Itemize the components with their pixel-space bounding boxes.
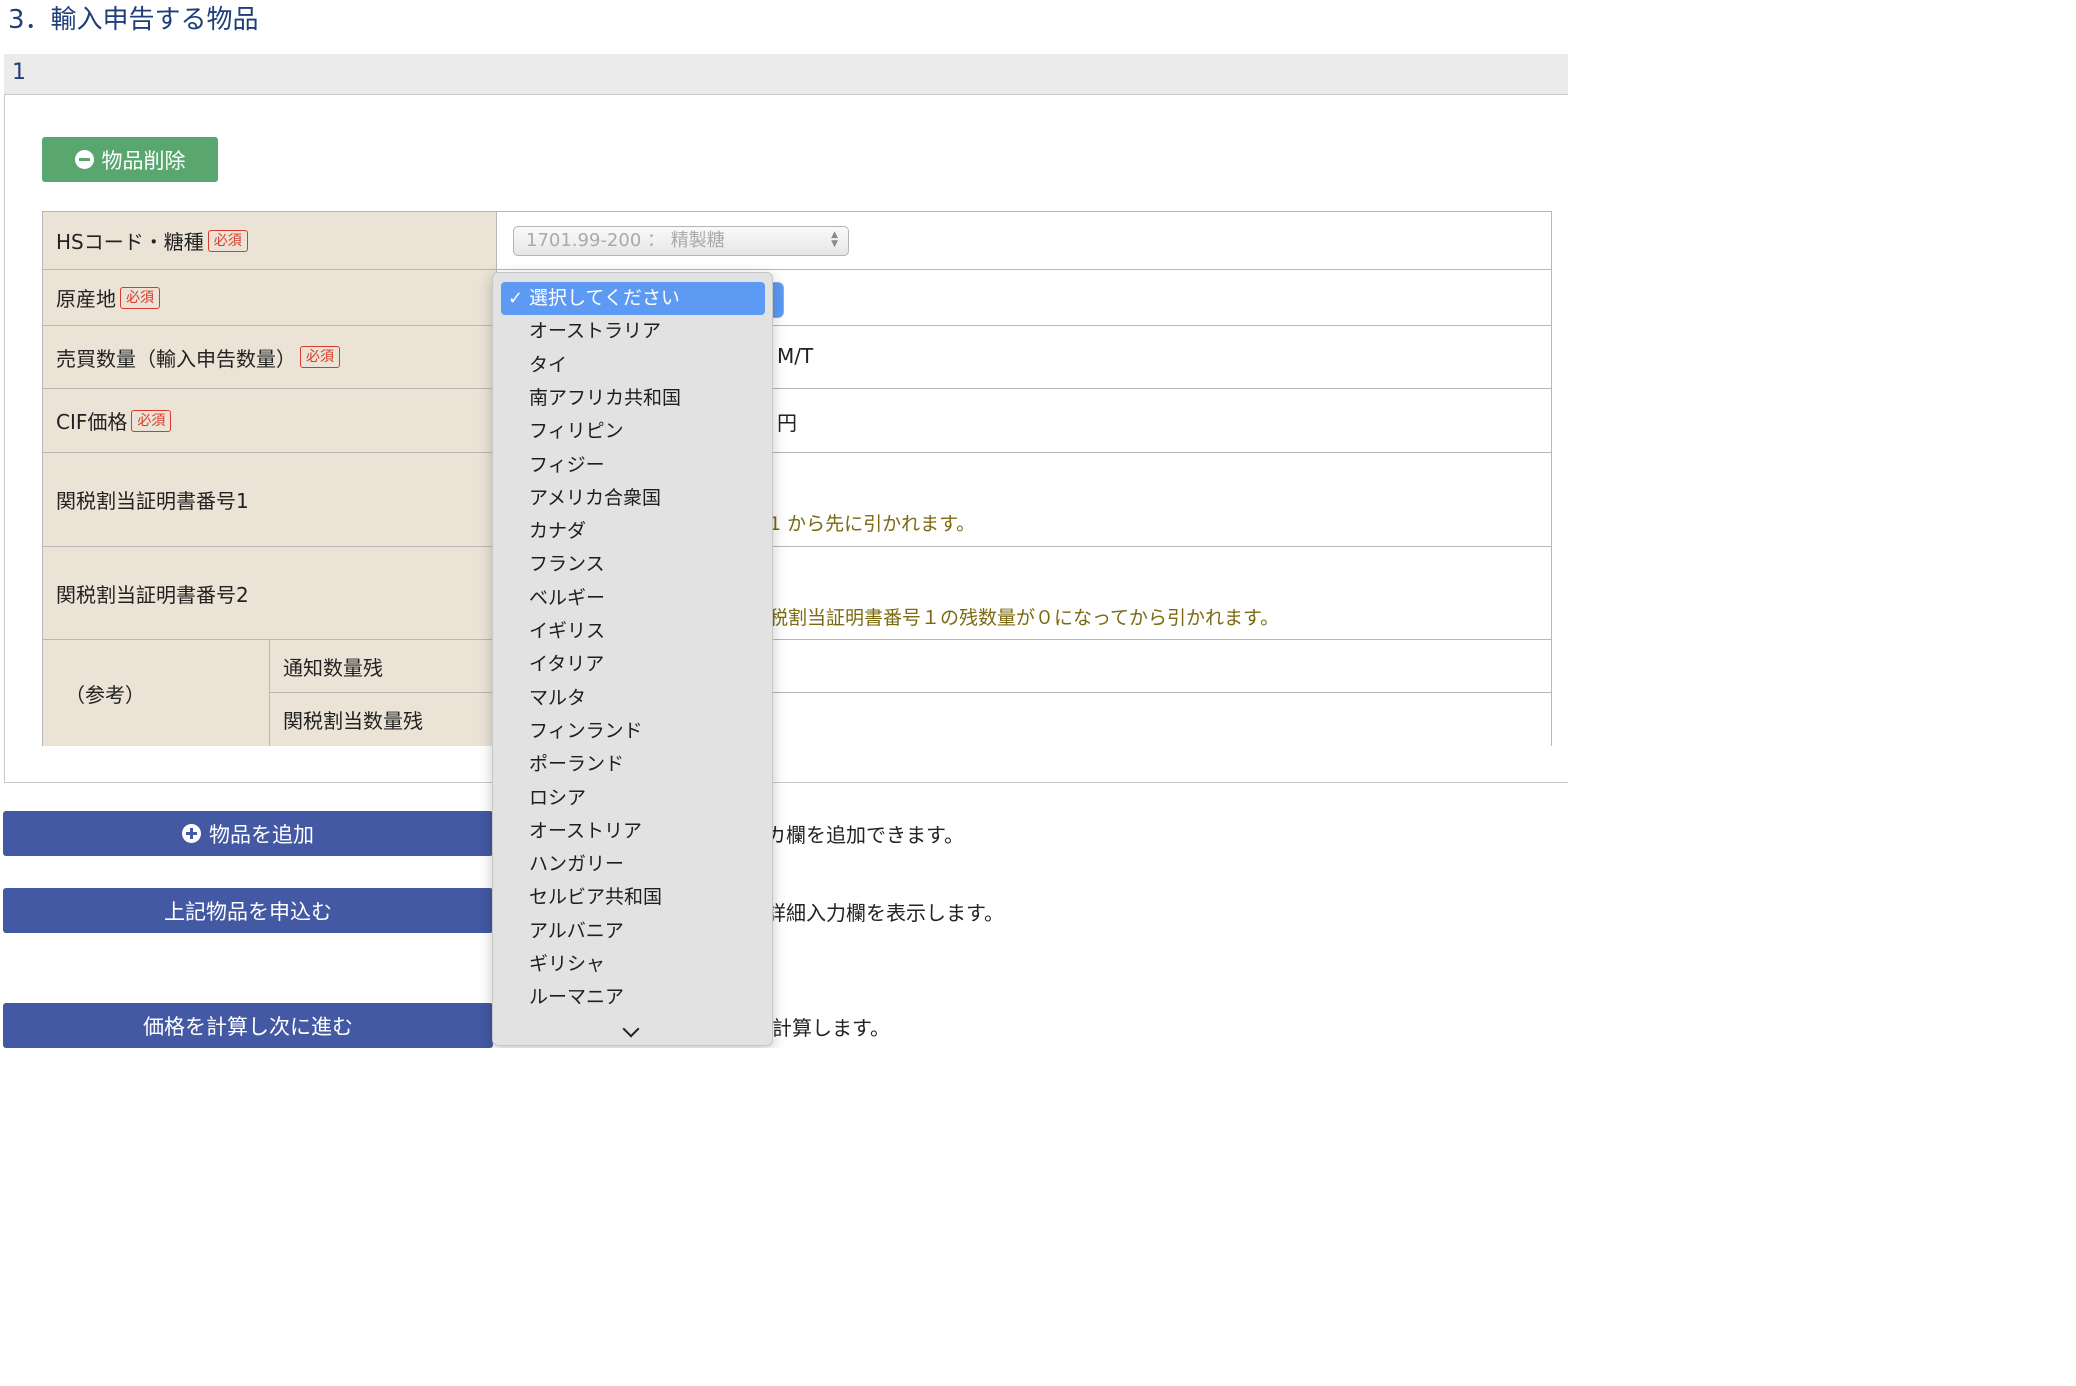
section-title: 3．輸入申告する物品 <box>8 5 259 35</box>
origin-option-label: タイ <box>529 353 568 376</box>
cif-label: CIF価格 <box>56 410 128 434</box>
apply-items-button[interactable]: 上記物品を申込む <box>3 888 493 933</box>
origin-option[interactable]: フランス <box>493 548 772 581</box>
origin-option-label: オーストラリア <box>529 320 662 343</box>
origin-option[interactable]: アルバニア <box>493 915 772 948</box>
origin-option[interactable]: フィジー <box>493 449 772 482</box>
quantity-label: 売買数量（輸入申告数量） <box>56 346 296 371</box>
origin-option-label: セルビア共和国 <box>529 886 663 909</box>
quantity-unit: M/T <box>777 344 814 368</box>
add-item-button[interactable]: 物品を追加 <box>3 811 493 856</box>
item-header-bar: 1 <box>4 54 1568 95</box>
origin-option[interactable]: ロシア <box>493 782 772 815</box>
origin-option[interactable]: ルーマニア <box>493 981 772 1014</box>
scroll-down-chevron-icon[interactable] <box>622 1020 640 1038</box>
origin-option[interactable]: イギリス <box>493 615 772 648</box>
cert1-note: 1 から先に引かれます。 <box>769 513 976 535</box>
origin-option[interactable]: ポーランド <box>493 748 772 781</box>
calc-next-description: 計算します。 <box>772 1016 890 1040</box>
plus-circle-icon <box>182 824 201 843</box>
origin-option-label: ベルギー <box>529 586 606 609</box>
origin-option[interactable]: ベルギー <box>493 582 772 615</box>
hs-code-label: HSコード・糖種 <box>56 230 204 254</box>
origin-option[interactable]: セルビア共和国 <box>493 881 772 914</box>
origin-option[interactable]: ギリシャ <box>493 948 772 981</box>
hs-code-value-cell: 1701.99-200 ： 精製糖 ▲ ▼ <box>497 212 1551 270</box>
required-badge: 必須 <box>207 229 248 252</box>
origin-label-cell: 原産地 必須 <box>43 270 497 326</box>
origin-option-label: ポーランド <box>529 753 625 776</box>
origin-option-label: 南アフリカ共和国 <box>529 386 682 409</box>
origin-option[interactable]: カナダ <box>493 515 772 548</box>
minus-circle-icon <box>74 150 94 169</box>
apply-items-description: 詳細入力欄を表示します。 <box>766 901 1004 925</box>
cif-unit: 円 <box>777 411 797 435</box>
origin-option-label: カナダ <box>529 520 587 543</box>
reference-label-cell: （参考） <box>43 640 270 746</box>
origin-label: 原産地 <box>56 287 116 311</box>
hs-code-label-cell: HSコード・糖種 必須 <box>43 212 497 270</box>
cert1-label-cell: 関税割当証明書番号1 <box>43 453 497 547</box>
quota-qty-label-cell: 関税割当数量残 <box>270 693 497 746</box>
origin-option[interactable]: フィリピン <box>493 415 772 448</box>
origin-option-label: アメリカ合衆国 <box>529 486 662 509</box>
page: 3．輸入申告する物品 1 物品削除 HSコード・糖種 必須 1701.99-20… <box>0 0 1568 1048</box>
reference-label: （参考） <box>65 682 145 707</box>
origin-option[interactable]: フィンランド <box>493 715 772 748</box>
origin-option[interactable]: ハンガリー <box>493 848 772 881</box>
hs-code-select[interactable]: 1701.99-200 ： 精製糖 ▲ ▼ <box>513 226 849 256</box>
origin-dropdown-menu[interactable]: ✓ 選択してください オーストラリア タイ 南アフリカ共和国 フィリピン フィジー アメリカ合… <box>492 272 773 1046</box>
origin-option-label: ギリシャ <box>529 953 606 975</box>
origin-option[interactable]: 南アフリカ共和国 <box>493 382 772 415</box>
item-form-table: HSコード・糖種 必須 1701.99-200 ： 精製糖 ▲ ▼ 原産地 必須 … <box>42 211 1552 746</box>
cif-label-cell: CIF価格 必須 <box>43 389 497 453</box>
origin-option[interactable]: イタリア <box>493 648 772 681</box>
origin-option-label: 選択してください <box>529 287 680 309</box>
origin-option[interactable]: アメリカ合衆国 <box>493 482 772 515</box>
cert2-label-cell: 関税割当証明書番号2 <box>43 547 497 640</box>
hs-code-select-value: 1701.99-200 ： 精製糖 <box>526 230 725 251</box>
origin-option[interactable]: マルタ <box>493 682 772 715</box>
calc-next-button[interactable]: 価格を計算し次に進む <box>3 1003 493 1048</box>
quantity-label-cell: 売買数量（輸入申告数量） 必須 <box>43 326 497 389</box>
origin-option-label: イギリス <box>529 620 606 642</box>
origin-option-label: フランス <box>529 553 605 576</box>
cert1-label: 関税割当証明書番号1 <box>56 489 249 513</box>
origin-option-label: フィンランド <box>529 719 643 742</box>
origin-option-label: オーストリア <box>529 819 643 842</box>
origin-option-label: マルタ <box>529 686 587 709</box>
origin-option[interactable]: オーストリア <box>493 815 772 848</box>
origin-option-label: ロシア <box>529 786 587 809</box>
cert2-note: 税割当証明書番号１の残数量が０になってから引かれます。 <box>769 607 1280 629</box>
add-item-label: 物品を追加 <box>209 822 314 847</box>
origin-option-label: ルーマニア <box>529 986 625 1009</box>
origin-option-label: フィリピン <box>529 420 624 443</box>
origin-option[interactable]: ✓ 選択してください <box>501 282 765 315</box>
notice-qty-label-cell: 通知数量残 <box>270 640 497 693</box>
required-badge: 必須 <box>300 346 340 368</box>
origin-option-label: ハンガリー <box>529 853 625 876</box>
required-badge: 必須 <box>131 409 172 432</box>
select-arrows-icon: ▲ ▼ <box>831 230 838 249</box>
required-badge: 必須 <box>120 286 160 309</box>
origin-option[interactable]: オーストラリア <box>493 315 772 348</box>
origin-option[interactable]: タイ <box>493 349 772 382</box>
item-number: 1 <box>12 60 26 85</box>
checkmark-icon: ✓ <box>508 288 524 309</box>
add-item-description: カ欄を追加できます。 <box>766 823 964 847</box>
origin-option-label: フィジー <box>529 453 605 476</box>
origin-option-label: イタリア <box>529 653 605 676</box>
delete-item-label: 物品削除 <box>101 148 186 173</box>
quota-qty-label: 関税割当数量残 <box>283 709 423 733</box>
cert2-label: 関税割当証明書番号2 <box>56 582 249 607</box>
origin-option-label: アルバニア <box>529 919 624 942</box>
apply-items-label: 上記物品を申込む <box>164 899 332 924</box>
delete-item-button[interactable]: 物品削除 <box>42 137 218 182</box>
notice-qty-label: 通知数量残 <box>283 655 383 680</box>
calc-next-label: 価格を計算し次に進む <box>143 1014 353 1039</box>
